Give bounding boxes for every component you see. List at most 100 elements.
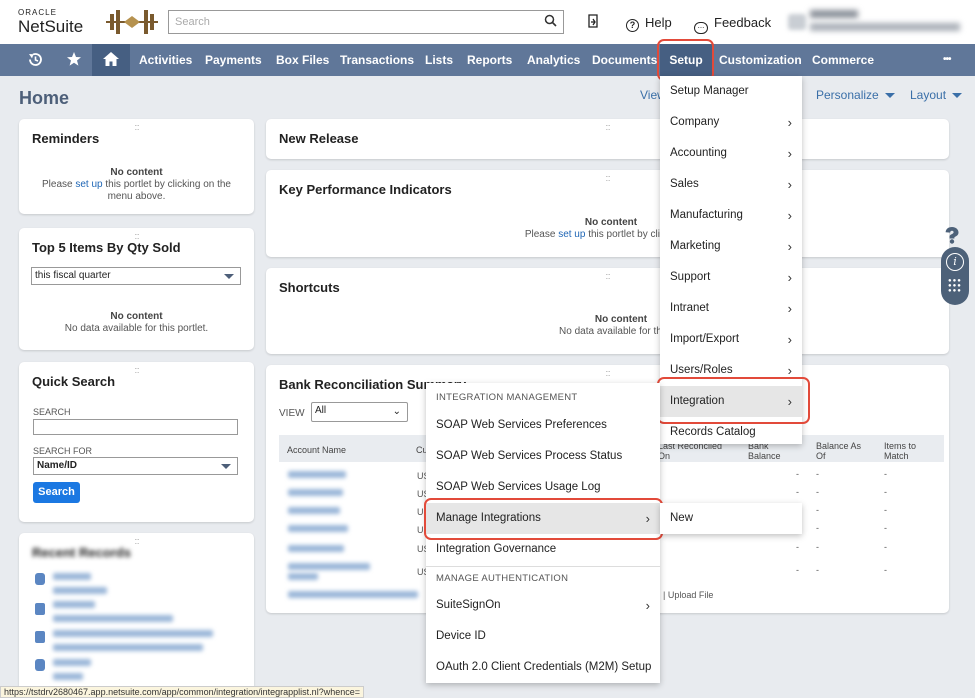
user-menu[interactable]	[788, 8, 968, 36]
menu-item-label: Records Catalog	[670, 426, 756, 438]
col-balance-as-of: Balance As Of	[816, 441, 862, 461]
bank-balance-cell: -	[796, 542, 799, 552]
bank-balance-cell: -	[796, 565, 799, 575]
nav-lists[interactable]: Lists	[425, 44, 453, 76]
drag-handle[interactable]: :::	[605, 122, 610, 132]
nav-payments[interactable]: Payments	[205, 44, 262, 76]
drag-handle[interactable]: :::	[134, 122, 139, 132]
menu-item-oauth-m2m-setup[interactable]: OAuth 2.0 Client Credentials (M2M) Setup	[426, 652, 660, 683]
nav-analytics[interactable]: Analytics	[527, 44, 580, 76]
menu-item-support[interactable]: Support ›	[660, 262, 802, 293]
menu-item-label: SuiteSignOn	[436, 599, 501, 611]
recent-records-icon[interactable]	[586, 13, 600, 33]
account-name-cell[interactable]	[288, 573, 318, 580]
portlet-title: Key Performance Indicators	[279, 182, 452, 197]
view-label: VIEW	[279, 408, 305, 419]
layout-menu[interactable]: Layout	[910, 88, 963, 102]
menu-item-sales[interactable]: Sales ›	[660, 169, 802, 200]
setup-link[interactable]: set up	[75, 179, 102, 190]
drag-handle[interactable]: :::	[134, 536, 139, 546]
nav-activities[interactable]: Activities	[139, 44, 192, 76]
account-name-cell[interactable]	[288, 563, 370, 570]
quick-search-button[interactable]: Search	[33, 482, 80, 503]
menu-item-import-export[interactable]: Import/Export ›	[660, 324, 802, 355]
col-account-name: Account Name	[287, 445, 347, 455]
menu-item-device-id[interactable]: Device ID	[426, 621, 660, 652]
period-select[interactable]: this fiscal quarter	[31, 267, 241, 285]
recent-record-item[interactable]	[53, 587, 107, 594]
upload-file-link[interactable]: | Upload File	[663, 590, 713, 600]
recent-record-item[interactable]	[53, 630, 213, 637]
menu-item-company[interactable]: Company ›	[660, 107, 802, 138]
grid-icon[interactable]: ●●● ●●● ●●●	[948, 278, 962, 294]
account-name-cell[interactable]	[288, 525, 348, 532]
portlet-title: Quick Search	[32, 374, 116, 389]
drag-handle[interactable]: :::	[605, 271, 610, 281]
recent-record-item[interactable]	[53, 644, 203, 651]
drag-handle[interactable]: :::	[605, 173, 610, 183]
menu-item-soap-process-status[interactable]: SOAP Web Services Process Status	[426, 441, 660, 472]
oracle-netsuite-logo[interactable]: ORACLE NetSuite	[18, 9, 83, 36]
question-icon[interactable]	[944, 226, 960, 249]
menu-item-manufacturing[interactable]: Manufacturing ›	[660, 200, 802, 231]
feedback-icon: ...	[694, 22, 708, 34]
account-name-cell[interactable]	[288, 545, 344, 552]
recent-record-item[interactable]	[53, 573, 91, 580]
search-for-value: Name/ID	[37, 460, 78, 471]
nav-documents[interactable]: Documents	[592, 44, 657, 76]
no-content-label: No content	[584, 217, 638, 228]
items-to-match-cell: -	[884, 487, 887, 497]
menu-item-setup-manager[interactable]: Setup Manager	[660, 76, 802, 107]
account-name-cell[interactable]	[288, 489, 343, 496]
global-search[interactable]	[168, 10, 564, 34]
feedback-link[interactable]: ... Feedback	[694, 15, 771, 34]
search-icon[interactable]	[544, 14, 557, 30]
help-link[interactable]: ? Help	[626, 15, 672, 32]
star-icon[interactable]	[60, 44, 88, 76]
home-icon[interactable]	[92, 44, 130, 76]
no-content-label: No content	[110, 311, 163, 322]
menu-item-label: Support	[670, 271, 711, 283]
nav-transactions[interactable]: Transactions	[340, 44, 414, 76]
no-content-label: No content	[594, 314, 648, 325]
recent-record-item[interactable]	[53, 615, 173, 622]
menu-item-label: Marketing	[670, 240, 721, 252]
record-type-icon	[35, 573, 45, 585]
view-select[interactable]: All ⌄	[311, 402, 408, 422]
history-icon[interactable]	[16, 44, 54, 76]
view-value: All	[315, 405, 327, 416]
recent-record-item[interactable]	[53, 659, 91, 666]
no-content-label: No content	[110, 167, 163, 178]
nav-more-menu[interactable]: •••	[943, 44, 951, 76]
search-label: SEARCH	[33, 407, 71, 417]
menu-item-soap-preferences[interactable]: SOAP Web Services Preferences	[426, 410, 660, 441]
personalize-label: Personalize	[816, 88, 879, 102]
balance-as-of-cell: -	[816, 542, 819, 552]
nav-reports[interactable]: Reports	[467, 44, 512, 76]
drag-handle[interactable]: :::	[605, 368, 610, 378]
menu-item-suitesignon[interactable]: SuiteSignOn ›	[426, 590, 660, 621]
setup-msg-pre: Please	[41, 179, 73, 190]
upload-statement-link[interactable]	[288, 591, 418, 598]
help-label: Help	[645, 15, 672, 30]
menu-item-intranet[interactable]: Intranet ›	[660, 293, 802, 324]
page-title: Home	[19, 88, 70, 108]
account-name-cell[interactable]	[288, 471, 346, 478]
global-search-input[interactable]	[169, 11, 529, 33]
nav-commerce[interactable]: Commerce	[812, 44, 874, 76]
menu-item-new-integration[interactable]: New	[660, 503, 802, 534]
info-icon[interactable]: i	[946, 253, 964, 271]
nav-customization[interactable]: Customization	[719, 44, 802, 76]
quick-search-input[interactable]	[33, 419, 238, 435]
recent-record-item[interactable]	[53, 601, 95, 608]
personalize-menu[interactable]: Personalize	[816, 88, 896, 102]
drag-handle[interactable]: :::	[134, 365, 139, 375]
search-for-select[interactable]: Name/ID	[33, 457, 238, 475]
setup-highlight-box	[657, 39, 714, 81]
menu-item-accounting[interactable]: Accounting ›	[660, 138, 802, 169]
recent-record-item[interactable]	[53, 673, 83, 680]
setup-link[interactable]: set up	[558, 229, 585, 240]
nav-box-files[interactable]: Box Files	[276, 44, 329, 76]
account-name-cell[interactable]	[288, 507, 340, 514]
menu-item-marketing[interactable]: Marketing ›	[660, 231, 802, 262]
